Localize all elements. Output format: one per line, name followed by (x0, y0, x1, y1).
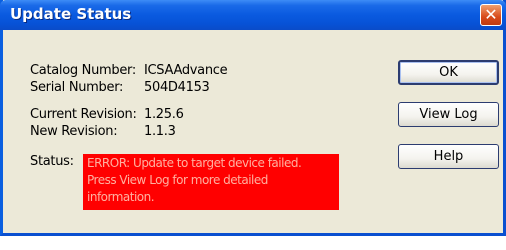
status-label: Status: (30, 154, 74, 169)
update-status-dialog: Update Status ✕ Catalog Number: ICSAAdva… (0, 0, 506, 236)
status-error-box: ERROR: Update to target device failed. P… (83, 154, 339, 210)
status-message: ERROR: Update to target device failed. P… (87, 156, 302, 204)
help-button[interactable]: Help (398, 144, 499, 169)
ok-button[interactable]: OK (398, 60, 499, 85)
serial-number-label: Serial Number: (30, 80, 124, 95)
view-log-button[interactable]: View Log (398, 102, 499, 127)
close-button[interactable]: ✕ (480, 4, 502, 26)
serial-number-value: 504D4153 (144, 80, 210, 95)
title-bar[interactable]: Update Status ✕ (0, 0, 506, 30)
catalog-number-value: ICSAAdvance (144, 63, 228, 78)
catalog-number-label: Catalog Number: (30, 63, 136, 78)
window-title: Update Status (10, 5, 132, 23)
new-revision-value: 1.1.3 (144, 124, 176, 139)
current-revision-label: Current Revision: (30, 107, 137, 122)
current-revision-value: 1.25.6 (144, 107, 184, 122)
close-icon: ✕ (484, 5, 498, 24)
new-revision-label: New Revision: (30, 124, 118, 139)
